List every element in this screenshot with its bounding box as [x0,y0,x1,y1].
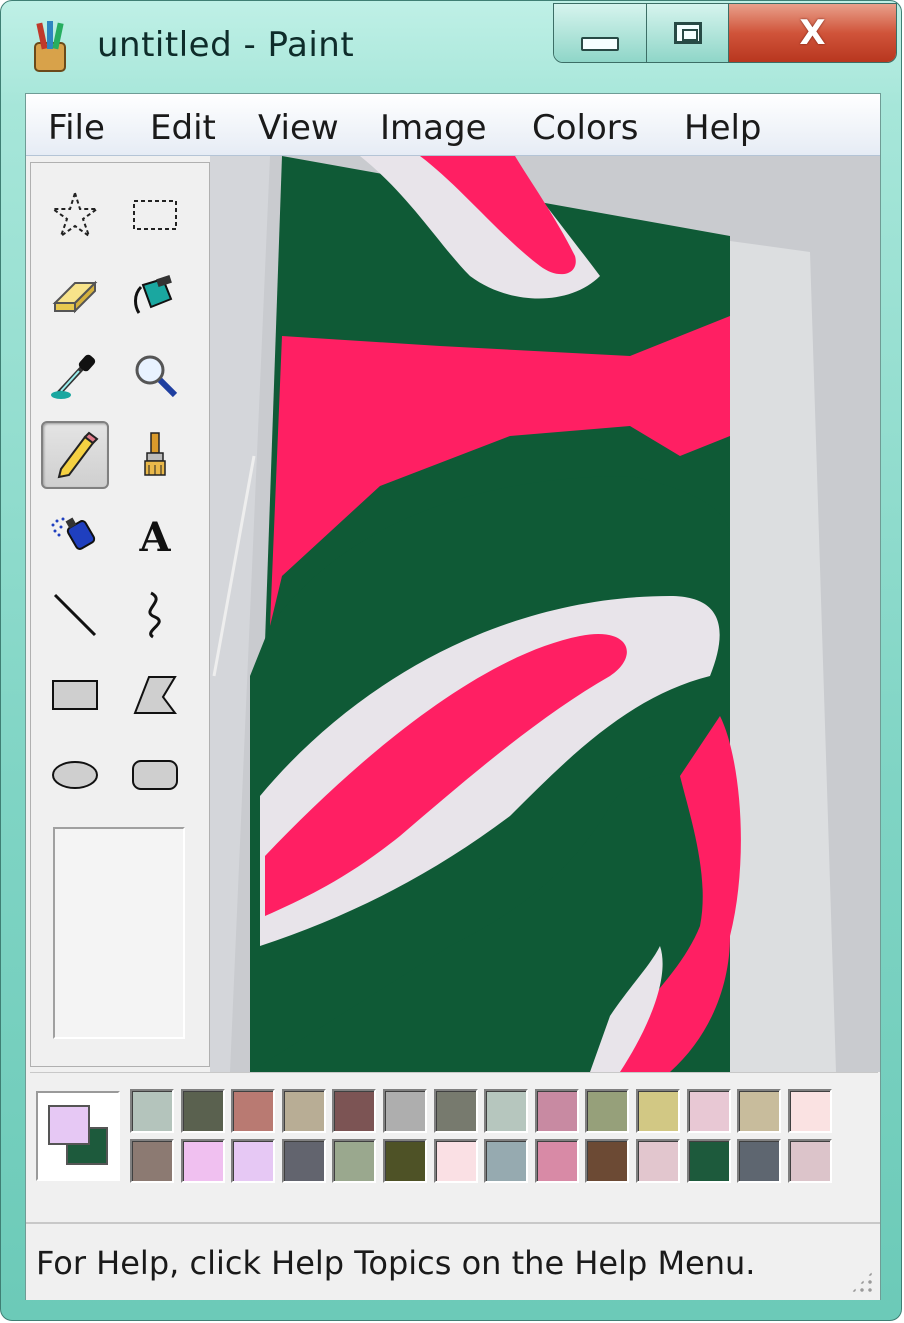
client-area: File Edit View Image Colors Help A For H… [25,93,881,1300]
rectangle-icon [52,680,98,710]
paint-bucket-icon [134,275,173,314]
palette-swatch[interactable] [332,1139,377,1183]
palette-swatch[interactable] [737,1089,782,1133]
drawing-canvas[interactable] [210,156,880,1072]
palette-swatch[interactable] [484,1139,529,1183]
brush-icon [144,432,166,476]
menu-file[interactable]: File [48,108,105,148]
eraser-tool[interactable] [43,263,107,327]
pencil-tool[interactable] [41,421,109,489]
ellipse-icon [52,761,98,789]
palette-swatch[interactable] [130,1089,174,1133]
pick-color-tool[interactable] [43,343,107,407]
curve-tool[interactable] [123,583,187,647]
pencil-icon [57,431,99,479]
text-icon: A [138,514,171,561]
palette-swatch[interactable] [534,1139,579,1183]
painting-image [210,156,880,1072]
curve-icon [148,591,161,639]
palette-swatch[interactable] [686,1139,731,1183]
airbrush-icon [51,517,96,550]
text-tool[interactable]: A [123,503,187,567]
maximize-button[interactable] [647,4,729,62]
current-colors-indicator[interactable] [36,1091,120,1181]
menu-colors[interactable]: Colors [532,108,638,148]
palette-swatch[interactable] [383,1089,427,1133]
minimize-icon [581,37,619,51]
airbrush-tool[interactable] [43,503,107,567]
line-tool[interactable] [43,583,107,647]
maximize-icon [673,22,702,44]
palette-swatch[interactable] [281,1139,326,1183]
palette-swatch[interactable] [534,1089,579,1133]
brush-tool[interactable] [123,423,187,487]
ellipse-tool[interactable] [43,743,107,807]
rect-select-icon [133,200,177,230]
paint-window: untitled - Paint X File Edit View Image … [0,0,902,1321]
palette-swatch[interactable] [484,1089,529,1133]
menu-view[interactable]: View [258,108,339,148]
color-palette [30,1072,878,1198]
select-tool[interactable] [123,183,187,247]
line-icon [53,593,97,637]
minimize-button[interactable] [554,4,647,62]
resize-grip-icon[interactable] [850,1270,874,1294]
eyedropper-icon [51,354,96,399]
palette-swatch[interactable] [180,1139,225,1183]
close-icon: X [799,13,826,53]
palette-swatch[interactable] [433,1139,478,1183]
palette-swatch[interactable] [585,1089,630,1133]
palette-swatch[interactable] [231,1139,276,1183]
palette-swatch[interactable] [636,1089,680,1133]
rounded-rectangle-tool[interactable] [123,743,187,807]
magnifier-icon [135,355,178,398]
palette-swatch[interactable] [787,1089,832,1133]
eraser-icon [52,280,98,314]
caption-buttons: X [553,3,897,63]
palette-swatch[interactable] [180,1089,225,1133]
palette-swatch[interactable] [636,1139,680,1183]
polygon-icon [133,676,177,714]
palette-swatch[interactable] [737,1139,782,1183]
free-form-select-tool[interactable] [43,183,107,247]
close-button[interactable]: X [729,4,896,62]
status-bar: For Help, click Help Topics on the Help … [26,1222,880,1300]
palette-swatch[interactable] [281,1089,326,1133]
paint-brushes-icon[interactable] [29,21,73,73]
star-select-icon [49,189,101,239]
palette-swatch[interactable] [585,1139,630,1183]
window-title: untitled - Paint [97,25,355,65]
palette-swatch[interactable] [231,1089,276,1133]
menu-image[interactable]: Image [380,108,486,148]
menu-bar: File Edit View Image Colors Help [26,94,880,156]
rounded-rectangle-icon [132,760,178,790]
foreground-color-swatch[interactable] [48,1105,90,1145]
status-text: For Help, click Help Topics on the Help … [36,1244,756,1282]
palette-swatch[interactable] [130,1139,174,1183]
fill-with-color-tool[interactable] [123,263,187,327]
menu-help[interactable]: Help [684,108,762,148]
toolbox: A [30,162,210,1067]
palette-swatch[interactable] [686,1089,731,1133]
rectangle-tool[interactable] [43,663,107,727]
svg-text:A: A [138,514,171,561]
palette-swatch[interactable] [332,1089,377,1133]
polygon-tool[interactable] [123,663,187,727]
palette-swatch[interactable] [433,1089,478,1133]
magnifier-tool[interactable] [123,343,187,407]
tool-options-box[interactable] [53,827,185,1039]
palette-swatch[interactable] [383,1139,427,1183]
menu-edit[interactable]: Edit [150,108,216,148]
palette-swatch[interactable] [787,1139,832,1183]
